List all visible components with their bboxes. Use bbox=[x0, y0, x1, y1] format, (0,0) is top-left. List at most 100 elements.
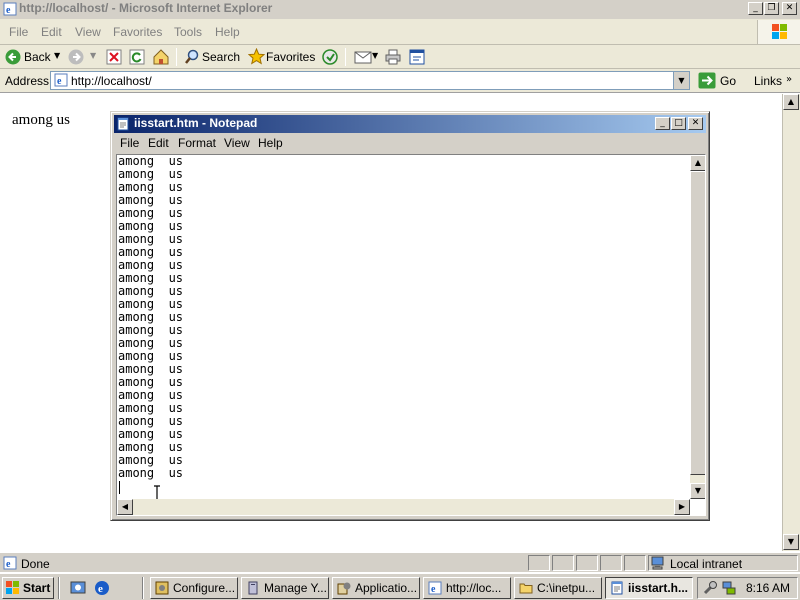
notepad-text-line: among us bbox=[118, 453, 184, 467]
refresh-icon[interactable] bbox=[129, 49, 145, 65]
links-button[interactable]: Links bbox=[754, 74, 782, 88]
scroll-up-icon[interactable]: ▲ bbox=[783, 94, 799, 110]
notepad-text-lines: among us among us among us among us among us… bbox=[118, 155, 690, 480]
back-dropdown-icon[interactable]: ▼ bbox=[54, 51, 60, 60]
browser-title: http://localhost/ - Microsoft Internet E… bbox=[19, 1, 273, 15]
notepad-title: iisstart.htm - Notepad bbox=[134, 116, 258, 130]
notepad-text-line: among us bbox=[118, 193, 184, 207]
notepad-text-line: among us bbox=[118, 258, 184, 272]
back-button[interactable]: Back bbox=[24, 50, 51, 64]
menu-help[interactable]: Help bbox=[215, 25, 240, 39]
taskbar-item-configure[interactable]: Configure... bbox=[150, 577, 238, 599]
np-scroll-down-icon[interactable]: ▼ bbox=[690, 483, 705, 499]
notepad-text-line: among us bbox=[118, 167, 184, 181]
mail-icon[interactable] bbox=[354, 50, 372, 64]
print-icon[interactable] bbox=[385, 49, 401, 65]
home-icon[interactable] bbox=[152, 48, 170, 65]
address-bar: Address e http://localhost/ ▼ Go Links » bbox=[0, 69, 800, 93]
np-menu-format[interactable]: Format bbox=[178, 136, 216, 150]
menu-edit[interactable]: Edit bbox=[41, 25, 62, 39]
np-menu-edit[interactable]: Edit bbox=[148, 136, 169, 150]
edit-page-icon[interactable] bbox=[409, 49, 425, 65]
svg-text:e: e bbox=[6, 5, 11, 16]
stop-icon[interactable] bbox=[106, 49, 122, 65]
notepad-text-line: among us bbox=[118, 284, 184, 298]
start-label: Start bbox=[23, 581, 51, 595]
show-desktop-icon[interactable] bbox=[70, 580, 86, 596]
minimize-button[interactable]: _ bbox=[748, 2, 763, 15]
taskbar-item-manage[interactable]: Manage Y... bbox=[241, 577, 329, 599]
menu-tools[interactable]: Tools bbox=[174, 25, 202, 39]
mail-dropdown-icon[interactable]: ▼ bbox=[372, 51, 378, 60]
tray-tools-icon[interactable] bbox=[702, 580, 718, 596]
page-ie-icon: e bbox=[54, 73, 68, 87]
taskbar-item-notepad[interactable]: iisstart.h... bbox=[605, 577, 693, 599]
notepad-minimize-button[interactable]: _ bbox=[655, 117, 670, 130]
address-dropdown-icon[interactable]: ▼ bbox=[673, 72, 689, 89]
status-text: Done bbox=[21, 557, 50, 571]
favorites-button[interactable]: Favorites bbox=[266, 50, 315, 64]
browser-titlebar[interactable]: e http://localhost/ - Microsoft Internet… bbox=[0, 0, 800, 19]
notepad-maximize-button[interactable]: □ bbox=[671, 117, 686, 130]
forward-dropdown-icon[interactable]: ▼ bbox=[90, 51, 96, 60]
taskbar-item-label: http://loc... bbox=[446, 581, 502, 595]
go-arrow-icon[interactable] bbox=[698, 72, 716, 89]
favorites-star-icon[interactable] bbox=[248, 48, 265, 65]
notepad-text-line: among us bbox=[118, 401, 184, 415]
np-scroll-thumb[interactable] bbox=[690, 171, 705, 475]
notepad-vertical-scrollbar[interactable]: ▲ ▼ bbox=[690, 155, 705, 499]
back-arrow-icon[interactable] bbox=[5, 49, 21, 65]
search-button[interactable]: Search bbox=[202, 50, 240, 64]
taskbar-item-application[interactable]: Applicatio... bbox=[332, 577, 420, 599]
address-value: http://localhost/ bbox=[71, 74, 152, 88]
notepad-icon bbox=[117, 117, 129, 131]
notepad-horizontal-scrollbar[interactable]: ◀ ▶ bbox=[117, 499, 690, 515]
browser-menubar: File Edit View Favorites Tools Help bbox=[0, 19, 800, 45]
browser-vertical-scrollbar[interactable]: ▲ ▼ bbox=[782, 94, 800, 551]
np-scroll-left-icon[interactable]: ◀ bbox=[117, 499, 133, 515]
notepad-text-line: among us bbox=[118, 154, 184, 168]
np-menu-help[interactable]: Help bbox=[258, 136, 283, 150]
notepad-text-line: among us bbox=[118, 414, 184, 428]
start-button[interactable]: Start bbox=[2, 577, 54, 599]
menu-favorites[interactable]: Favorites bbox=[113, 25, 162, 39]
restore-button[interactable]: ❐ bbox=[764, 2, 779, 15]
quicklaunch-ie-icon[interactable]: e bbox=[94, 580, 110, 596]
search-icon[interactable] bbox=[184, 49, 200, 65]
notepad-text-line: among us bbox=[118, 440, 184, 454]
forward-arrow-icon[interactable] bbox=[68, 49, 84, 65]
status-panel bbox=[600, 555, 622, 571]
taskbar-item-folder[interactable]: C:\inetpu... bbox=[514, 577, 602, 599]
scroll-down-icon[interactable]: ▼ bbox=[783, 534, 799, 550]
np-menu-view[interactable]: View bbox=[224, 136, 250, 150]
np-scroll-right-icon[interactable]: ▶ bbox=[674, 499, 690, 515]
notepad-titlebar[interactable]: iisstart.htm - Notepad _ □ ✕ bbox=[114, 115, 706, 133]
tray-network-icon[interactable] bbox=[721, 580, 737, 596]
taskbar-item-label: Manage Y... bbox=[264, 581, 327, 595]
go-button[interactable]: Go bbox=[720, 74, 736, 88]
notepad-close-button[interactable]: ✕ bbox=[688, 117, 703, 130]
links-chevron-icon[interactable]: » bbox=[786, 74, 792, 85]
windows-flag-icon bbox=[6, 581, 19, 594]
np-scroll-up-icon[interactable]: ▲ bbox=[690, 155, 705, 171]
address-input[interactable]: e http://localhost/ ▼ bbox=[50, 71, 690, 90]
app-server-icon bbox=[337, 582, 351, 595]
notepad-text-line: among us bbox=[118, 206, 184, 220]
notepad-text-line: among us bbox=[118, 323, 184, 337]
taskbar: Start e Configure... Manage Y... Applica… bbox=[0, 573, 800, 600]
menu-view[interactable]: View bbox=[75, 25, 101, 39]
media-icon[interactable] bbox=[322, 49, 338, 65]
browser-toolbar: Back ▼ ▼ Search Favorites ▼ bbox=[0, 45, 800, 69]
notepad-text-line: among us bbox=[118, 180, 184, 194]
svg-text:e: e bbox=[431, 584, 436, 595]
np-menu-file[interactable]: File bbox=[120, 136, 139, 150]
clock: 8:16 AM bbox=[746, 581, 791, 595]
menu-file[interactable]: File bbox=[9, 25, 28, 39]
notepad-text-area[interactable]: among us among us among us among us among us… bbox=[116, 154, 706, 516]
taskbar-item-ie[interactable]: e http://loc... bbox=[423, 577, 511, 599]
status-panel bbox=[576, 555, 598, 571]
close-button[interactable]: ✕ bbox=[782, 2, 797, 15]
svg-text:e: e bbox=[6, 559, 11, 570]
status-panel bbox=[528, 555, 550, 571]
toolbar-separator bbox=[345, 48, 346, 66]
